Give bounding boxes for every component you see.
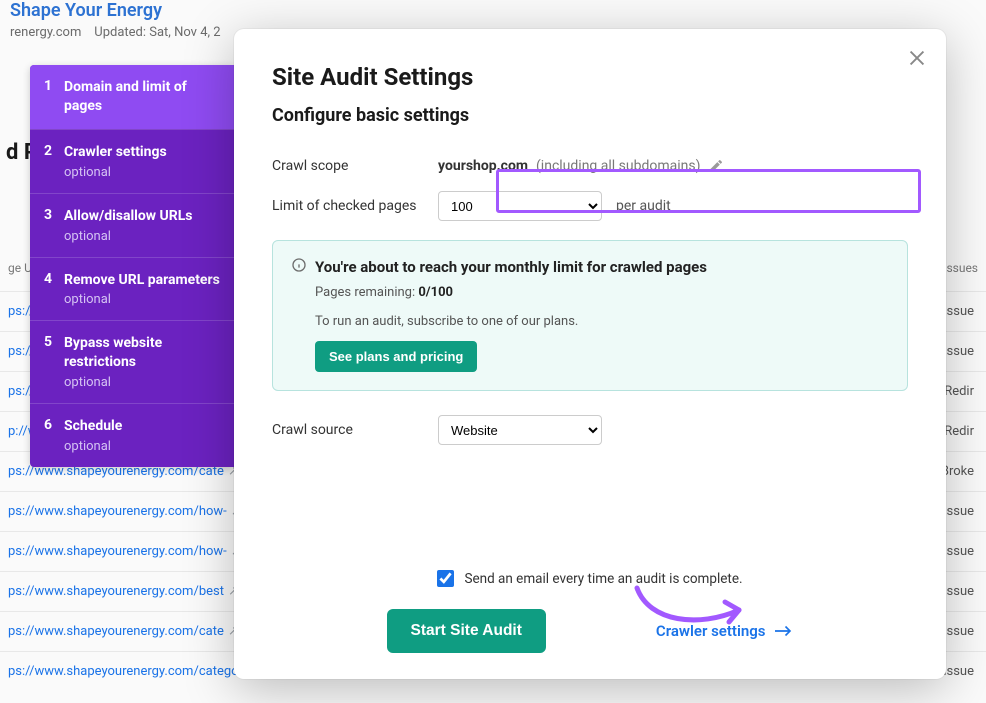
crawl-scope-domain: yourshop.com	[438, 158, 528, 174]
crawler-settings-link[interactable]: Crawler settings	[656, 622, 794, 640]
sidebar-item-label: Crawler settings	[64, 143, 167, 162]
sidebar-step-number: 3	[44, 207, 64, 244]
sidebar-optional-label: optional	[64, 375, 220, 390]
sidebar-item-label: Schedule	[64, 417, 122, 436]
sidebar-step-number: 5	[44, 334, 64, 390]
sidebar-optional-label: optional	[64, 165, 167, 180]
email-label: Send an email every time an audit is com…	[464, 571, 742, 587]
sidebar-item-3[interactable]: 3Allow/disallow URLs optional	[30, 193, 234, 257]
limit-alert: You're about to reach your monthly limit…	[272, 240, 908, 391]
sidebar-step-number: 4	[44, 271, 64, 308]
see-plans-button[interactable]: See plans and pricing	[315, 341, 477, 372]
alert-subscribe-text: To run an audit, subscribe to one of our…	[315, 314, 889, 329]
sidebar-item-label: Bypass website restrictions	[64, 334, 220, 372]
sidebar-item-label: Allow/disallow URLs	[64, 207, 193, 226]
limit-row: Limit of checked pages 100 per audit	[234, 188, 946, 224]
crawl-source-label: Crawl source	[272, 422, 438, 438]
sidebar-optional-label: optional	[64, 229, 193, 244]
sidebar-step-number: 1	[44, 78, 64, 116]
limit-suffix: per audit	[616, 198, 671, 214]
limit-select[interactable]: 100	[438, 191, 602, 221]
crawl-source-select[interactable]: Website	[438, 415, 602, 445]
crawl-scope-label: Crawl scope	[272, 158, 438, 174]
modal-overlay: 1Domain and limit of pages2Crawler setti…	[0, 0, 986, 703]
sidebar-item-label: Domain and limit of pages	[64, 78, 220, 116]
email-checkbox-row: Send an email every time an audit is com…	[234, 570, 946, 587]
sidebar-step-number: 2	[44, 143, 64, 180]
sidebar-step-number: 6	[44, 417, 64, 454]
arrow-right-icon	[775, 624, 793, 638]
edit-icon[interactable]	[708, 158, 724, 174]
modal-title: Site Audit Settings	[234, 29, 946, 99]
sidebar-item-5[interactable]: 5Bypass website restrictions optional	[30, 320, 234, 403]
sidebar-item-6[interactable]: 6Schedule optional	[30, 403, 234, 467]
crawl-scope-note: (including all subdomains)	[536, 158, 700, 174]
sidebar-optional-label: optional	[64, 439, 122, 454]
crawl-source-row: Crawl source Website	[234, 395, 946, 445]
close-icon[interactable]	[906, 47, 928, 69]
sidebar-item-4[interactable]: 4Remove URL parameters optional	[30, 257, 234, 321]
alert-title-text: You're about to reach your monthly limit…	[315, 258, 707, 276]
alert-remaining: Pages remaining: 0/100	[315, 285, 889, 300]
info-icon	[291, 257, 307, 277]
sidebar-item-2[interactable]: 2Crawler settings optional	[30, 129, 234, 193]
limit-label: Limit of checked pages	[272, 198, 438, 214]
sidebar-item-1[interactable]: 1Domain and limit of pages	[30, 65, 234, 129]
site-audit-settings-modal: Site Audit Settings Configure basic sett…	[234, 29, 946, 679]
start-site-audit-button[interactable]: Start Site Audit	[387, 609, 546, 653]
sidebar-item-label: Remove URL parameters	[64, 271, 220, 290]
sidebar-optional-label: optional	[64, 292, 220, 307]
modal-subtitle: Configure basic settings	[234, 99, 946, 144]
wizard-sidebar: 1Domain and limit of pages2Crawler setti…	[30, 65, 234, 467]
crawl-scope-row: Crawl scope yourshop.com (including all …	[234, 148, 946, 184]
email-checkbox[interactable]	[437, 570, 454, 587]
